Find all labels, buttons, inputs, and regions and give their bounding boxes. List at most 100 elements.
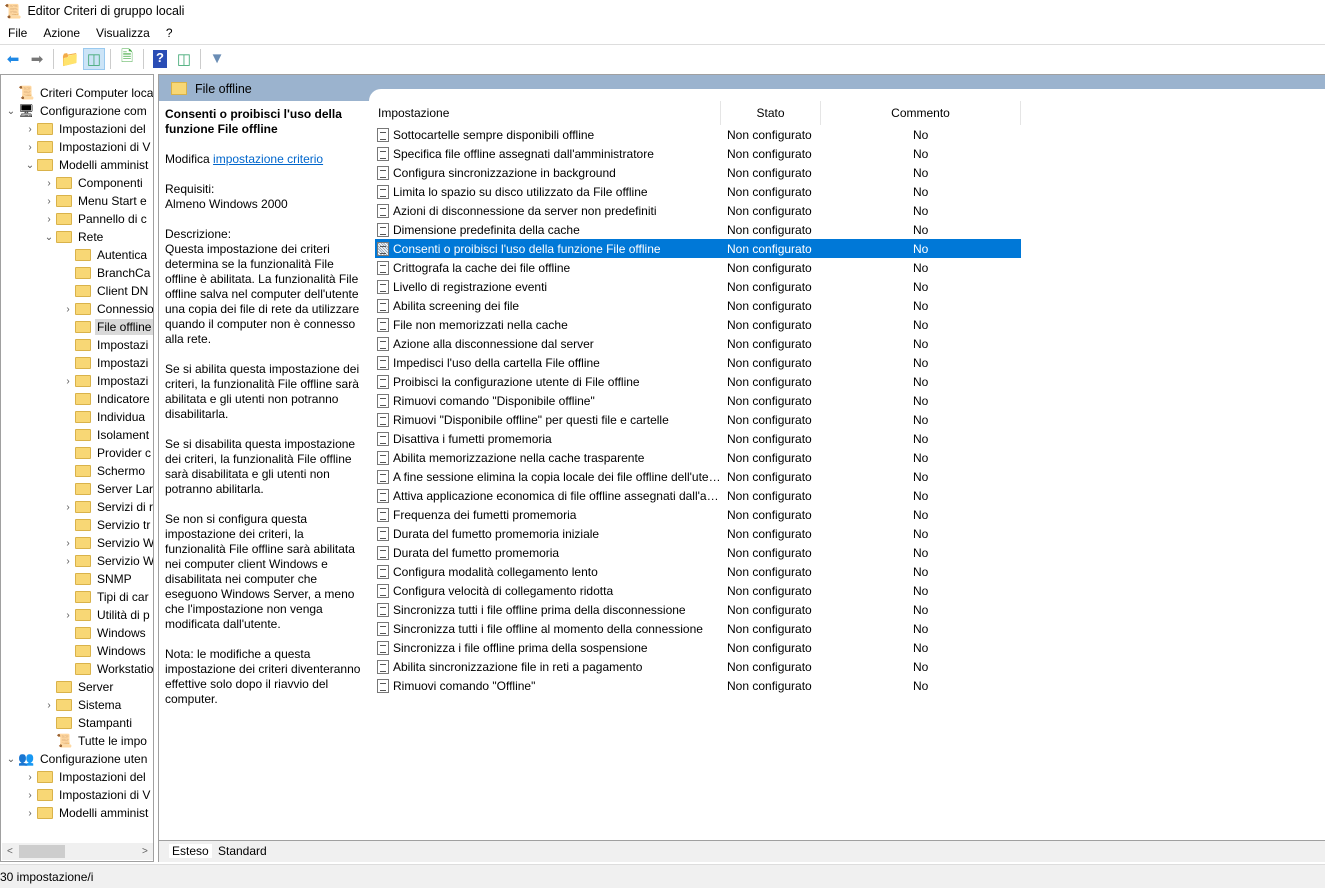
menu-help[interactable]: ? — [158, 26, 181, 40]
table-row[interactable]: Frequenza dei fumetti promemoria Non conf… — [375, 505, 1021, 524]
tree-item[interactable]: Indicatore — [61, 390, 152, 408]
chevron-right-icon[interactable]: › — [61, 304, 75, 315]
table-row[interactable]: Configura modalità collegamento lento Non… — [375, 562, 1021, 581]
menu-visualizza[interactable]: Visualizza — [88, 26, 158, 40]
show-action-pane-icon[interactable]: ◫ — [173, 48, 195, 70]
table-row[interactable]: Specifica file offline assegnati dall'am… — [375, 144, 1021, 163]
tree-item[interactable]: ⌄ Modelli amminist — [23, 156, 150, 174]
tree-item[interactable]: ⌄ 👥 Configurazione uten — [4, 750, 149, 768]
tree-item[interactable]: › Impostazioni di V — [23, 138, 152, 156]
tree-item[interactable]: › Modelli amminist — [23, 804, 150, 822]
tree-item[interactable]: Windows — [61, 642, 148, 660]
tree-item[interactable]: Isolament — [61, 426, 151, 444]
tree-item[interactable]: Individua — [61, 408, 147, 426]
column-header-comment[interactable]: Commento — [821, 101, 1021, 125]
tree-item[interactable]: File offline — [61, 318, 153, 336]
tree-item[interactable]: 📜 Tutte le impo — [42, 732, 149, 750]
tree-item[interactable]: Impostazi — [61, 336, 150, 354]
chevron-right-icon[interactable]: › — [61, 538, 75, 549]
tree-item[interactable]: Provider c — [61, 444, 153, 462]
tree-item[interactable]: › Servizi di r — [61, 498, 153, 516]
chevron-right-icon[interactable]: › — [42, 700, 56, 711]
tree-item[interactable]: SNMP — [61, 570, 134, 588]
table-row[interactable]: Abilita screening dei file Non configurat… — [375, 296, 1021, 315]
chevron-right-icon[interactable]: › — [42, 214, 56, 225]
chevron-down-icon[interactable]: ⌄ — [23, 160, 37, 171]
chevron-right-icon[interactable]: › — [42, 178, 56, 189]
tree-item[interactable]: Impostazi — [61, 354, 150, 372]
table-row[interactable]: Crittografa la cache dei file offline Non… — [375, 258, 1021, 277]
table-row[interactable]: Limita lo spazio su disco utilizzato da … — [375, 182, 1021, 201]
chevron-right-icon[interactable]: › — [42, 196, 56, 207]
tree-item[interactable]: Stampanti — [42, 714, 134, 732]
chevron-right-icon[interactable]: › — [61, 610, 75, 621]
back-arrow-icon[interactable]: ⬅ — [2, 48, 24, 70]
table-row[interactable]: Attiva applicazione economica di file of… — [375, 486, 1021, 505]
table-row[interactable]: Durata del fumetto promemoria iniziale No… — [375, 524, 1021, 543]
table-row[interactable]: Azioni di disconnessione da server non p… — [375, 201, 1021, 220]
tree-item[interactable]: › Impostazioni del — [23, 120, 148, 138]
tree-item[interactable]: Schermo — [61, 462, 147, 480]
tree-item[interactable]: Windows — [61, 624, 148, 642]
chevron-right-icon[interactable]: › — [23, 142, 37, 153]
table-row[interactable]: Sottocartelle sempre disponibili offline… — [375, 125, 1021, 144]
table-row[interactable]: Rimuovi comando "Disponibile offline" Non… — [375, 391, 1021, 410]
table-row[interactable]: Impedisci l'uso della cartella File offl… — [375, 353, 1021, 372]
chevron-right-icon[interactable]: › — [61, 502, 75, 513]
table-row[interactable]: Consenti o proibisci l'uso della funzion… — [375, 239, 1021, 258]
table-row[interactable]: Azione alla disconnessione dal server Non… — [375, 334, 1021, 353]
tree-item[interactable]: › Impostazioni del — [23, 768, 148, 786]
chevron-right-icon[interactable]: › — [61, 556, 75, 567]
menu-azione[interactable]: Azione — [35, 26, 88, 40]
scrollbar-thumb[interactable] — [19, 845, 65, 858]
table-row[interactable]: Rimuovi "Disponibile offline" per questi… — [375, 410, 1021, 429]
tree-item[interactable]: › Utilità di p — [61, 606, 152, 624]
tree-item[interactable]: › Sistema — [42, 696, 123, 714]
chevron-right-icon[interactable]: › — [23, 808, 37, 819]
tab-standard[interactable]: Standard — [215, 844, 270, 858]
edit-policy-link[interactable]: impostazione criterio — [213, 152, 323, 166]
tree-item[interactable]: › Menu Start e — [42, 192, 149, 210]
table-row[interactable]: File non memorizzati nella cache Non conf… — [375, 315, 1021, 334]
table-row[interactable]: Disattiva i fumetti promemoria Non config… — [375, 429, 1021, 448]
column-header-state[interactable]: Stato — [721, 101, 821, 125]
tree-item[interactable]: BranchCa — [61, 264, 152, 282]
tree-item[interactable]: › Connessio — [61, 300, 153, 318]
tree-item[interactable]: › Pannello di c — [42, 210, 149, 228]
tree-item[interactable]: ⌄ Rete — [42, 228, 105, 246]
tree-item[interactable]: 📜 Criteri Computer locale — [4, 84, 153, 102]
tree-item[interactable]: ⌄ 🖥 Configurazione com — [4, 102, 149, 120]
up-folder-icon[interactable]: 📁 — [59, 48, 81, 70]
chevron-right-icon[interactable]: › — [23, 772, 37, 783]
show-hide-tree-icon[interactable]: ◫ — [83, 47, 105, 70]
table-row[interactable]: Sincronizza i file offline prima della s… — [375, 638, 1021, 657]
chevron-down-icon[interactable]: ⌄ — [4, 106, 18, 117]
chevron-right-icon[interactable]: › — [23, 124, 37, 135]
tree-item[interactable]: Client DN — [61, 282, 150, 300]
export-list-icon[interactable]: 🗎 — [116, 48, 138, 70]
tree-item[interactable]: Autentica — [61, 246, 149, 264]
tree-item[interactable]: › Servizio W — [61, 534, 153, 552]
table-row[interactable]: Livello di registrazione eventi Non confi… — [375, 277, 1021, 296]
help-icon[interactable]: ? — [149, 48, 171, 70]
tab-esteso[interactable]: Esteso — [169, 844, 212, 858]
chevron-right-icon[interactable]: › — [61, 376, 75, 387]
table-row[interactable]: Configura sincronizzazione in background… — [375, 163, 1021, 182]
table-row[interactable]: A fine sessione elimina la copia locale … — [375, 467, 1021, 486]
tree-item[interactable]: › Servizio W — [61, 552, 153, 570]
tree-item[interactable]: Workstatio — [61, 660, 153, 678]
tree-item[interactable]: › Impostazi — [61, 372, 150, 390]
table-row[interactable]: Sincronizza tutti i file offline al mome… — [375, 619, 1021, 638]
table-row[interactable]: Durata del fumetto promemoria Non configu… — [375, 543, 1021, 562]
tree-item[interactable]: Server Lar — [61, 480, 153, 498]
table-row[interactable]: Proibisci la configurazione utente di Fi… — [375, 372, 1021, 391]
table-row[interactable]: Configura velocità di collegamento ridot… — [375, 581, 1021, 600]
tree-item[interactable]: Server — [42, 678, 115, 696]
scroll-left-icon[interactable]: < — [7, 846, 13, 857]
chevron-right-icon[interactable]: › — [23, 790, 37, 801]
menu-file[interactable]: File — [0, 26, 35, 40]
column-header-setting[interactable]: Impostazione — [375, 101, 721, 125]
table-row[interactable]: Dimensione predefinita della cache Non co… — [375, 220, 1021, 239]
table-row[interactable]: Rimuovi comando "Offline" Non configurato… — [375, 676, 1021, 695]
tree-item[interactable]: › Impostazioni di V — [23, 786, 152, 804]
